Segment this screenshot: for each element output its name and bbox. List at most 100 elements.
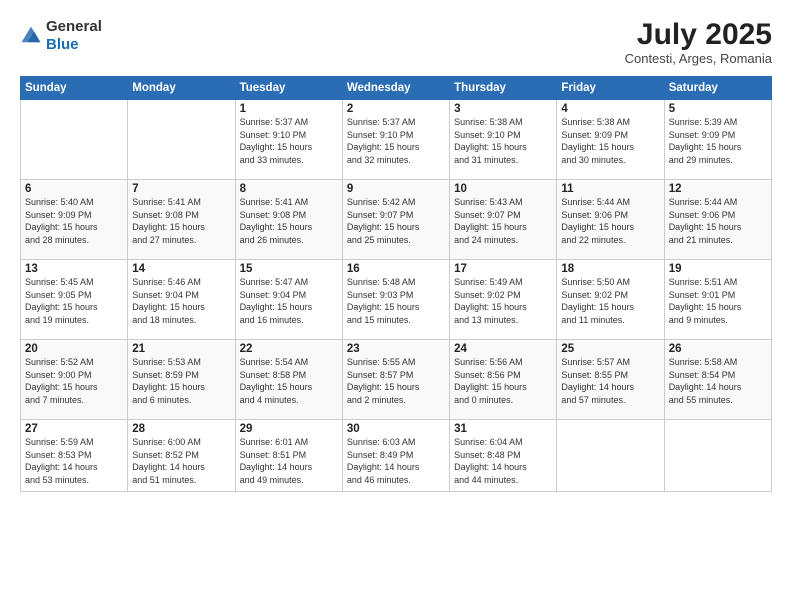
calendar-week-row: 27Sunrise: 5:59 AM Sunset: 8:53 PM Dayli…: [21, 420, 772, 492]
calendar-week-row: 1Sunrise: 5:37 AM Sunset: 9:10 PM Daylig…: [21, 100, 772, 180]
col-friday: Friday: [557, 77, 664, 100]
table-row: 23Sunrise: 5:55 AM Sunset: 8:57 PM Dayli…: [342, 340, 449, 420]
table-row: 31Sunrise: 6:04 AM Sunset: 8:48 PM Dayli…: [450, 420, 557, 492]
logo-text: General Blue: [46, 18, 102, 54]
day-info: Sunrise: 5:43 AM Sunset: 9:07 PM Dayligh…: [454, 196, 552, 246]
day-number: 10: [454, 183, 552, 195]
day-number: 26: [669, 343, 767, 355]
day-info: Sunrise: 5:39 AM Sunset: 9:09 PM Dayligh…: [669, 116, 767, 166]
table-row: 25Sunrise: 5:57 AM Sunset: 8:55 PM Dayli…: [557, 340, 664, 420]
day-info: Sunrise: 6:03 AM Sunset: 8:49 PM Dayligh…: [347, 436, 445, 486]
day-info: Sunrise: 5:48 AM Sunset: 9:03 PM Dayligh…: [347, 276, 445, 326]
table-row: 20Sunrise: 5:52 AM Sunset: 9:00 PM Dayli…: [21, 340, 128, 420]
day-info: Sunrise: 5:40 AM Sunset: 9:09 PM Dayligh…: [25, 196, 123, 246]
day-info: Sunrise: 5:49 AM Sunset: 9:02 PM Dayligh…: [454, 276, 552, 326]
calendar-week-row: 13Sunrise: 5:45 AM Sunset: 9:05 PM Dayli…: [21, 260, 772, 340]
table-row: 29Sunrise: 6:01 AM Sunset: 8:51 PM Dayli…: [235, 420, 342, 492]
day-info: Sunrise: 5:44 AM Sunset: 9:06 PM Dayligh…: [669, 196, 767, 246]
table-row: 1Sunrise: 5:37 AM Sunset: 9:10 PM Daylig…: [235, 100, 342, 180]
day-info: Sunrise: 5:38 AM Sunset: 9:10 PM Dayligh…: [454, 116, 552, 166]
day-number: 7: [132, 183, 230, 195]
day-number: 30: [347, 423, 445, 435]
day-number: 28: [132, 423, 230, 435]
table-row: 7Sunrise: 5:41 AM Sunset: 9:08 PM Daylig…: [128, 180, 235, 260]
day-number: 9: [347, 183, 445, 195]
day-info: Sunrise: 5:58 AM Sunset: 8:54 PM Dayligh…: [669, 356, 767, 406]
day-number: 31: [454, 423, 552, 435]
table-row: 2Sunrise: 5:37 AM Sunset: 9:10 PM Daylig…: [342, 100, 449, 180]
day-number: 2: [347, 103, 445, 115]
table-row: 28Sunrise: 6:00 AM Sunset: 8:52 PM Dayli…: [128, 420, 235, 492]
table-row: 13Sunrise: 5:45 AM Sunset: 9:05 PM Dayli…: [21, 260, 128, 340]
header: General Blue July 2025 Contesti, Arges, …: [20, 18, 772, 66]
day-number: 1: [240, 103, 338, 115]
day-number: 16: [347, 263, 445, 275]
day-number: 21: [132, 343, 230, 355]
calendar-week-row: 6Sunrise: 5:40 AM Sunset: 9:09 PM Daylig…: [21, 180, 772, 260]
day-info: Sunrise: 5:44 AM Sunset: 9:06 PM Dayligh…: [561, 196, 659, 246]
table-row: 18Sunrise: 5:50 AM Sunset: 9:02 PM Dayli…: [557, 260, 664, 340]
table-row: 3Sunrise: 5:38 AM Sunset: 9:10 PM Daylig…: [450, 100, 557, 180]
col-saturday: Saturday: [664, 77, 771, 100]
day-number: 11: [561, 183, 659, 195]
day-number: 23: [347, 343, 445, 355]
table-row: 19Sunrise: 5:51 AM Sunset: 9:01 PM Dayli…: [664, 260, 771, 340]
day-number: 25: [561, 343, 659, 355]
month-year: July 2025: [625, 18, 772, 51]
col-monday: Monday: [128, 77, 235, 100]
calendar-table: Sunday Monday Tuesday Wednesday Thursday…: [20, 76, 772, 492]
day-number: 12: [669, 183, 767, 195]
day-info: Sunrise: 5:53 AM Sunset: 8:59 PM Dayligh…: [132, 356, 230, 406]
day-number: 17: [454, 263, 552, 275]
table-row: 8Sunrise: 5:41 AM Sunset: 9:08 PM Daylig…: [235, 180, 342, 260]
day-info: Sunrise: 6:00 AM Sunset: 8:52 PM Dayligh…: [132, 436, 230, 486]
day-info: Sunrise: 5:46 AM Sunset: 9:04 PM Dayligh…: [132, 276, 230, 326]
day-info: Sunrise: 5:59 AM Sunset: 8:53 PM Dayligh…: [25, 436, 123, 486]
table-row: [557, 420, 664, 492]
day-number: 15: [240, 263, 338, 275]
day-info: Sunrise: 5:47 AM Sunset: 9:04 PM Dayligh…: [240, 276, 338, 326]
table-row: 4Sunrise: 5:38 AM Sunset: 9:09 PM Daylig…: [557, 100, 664, 180]
table-row: [21, 100, 128, 180]
day-number: 29: [240, 423, 338, 435]
col-wednesday: Wednesday: [342, 77, 449, 100]
table-row: 11Sunrise: 5:44 AM Sunset: 9:06 PM Dayli…: [557, 180, 664, 260]
day-number: 6: [25, 183, 123, 195]
day-info: Sunrise: 5:45 AM Sunset: 9:05 PM Dayligh…: [25, 276, 123, 326]
day-number: 13: [25, 263, 123, 275]
calendar-header-row: Sunday Monday Tuesday Wednesday Thursday…: [21, 77, 772, 100]
col-thursday: Thursday: [450, 77, 557, 100]
day-number: 22: [240, 343, 338, 355]
table-row: [664, 420, 771, 492]
location: Contesti, Arges, Romania: [625, 51, 772, 66]
table-row: 6Sunrise: 5:40 AM Sunset: 9:09 PM Daylig…: [21, 180, 128, 260]
page: General Blue July 2025 Contesti, Arges, …: [0, 0, 792, 612]
table-row: 17Sunrise: 5:49 AM Sunset: 9:02 PM Dayli…: [450, 260, 557, 340]
table-row: 12Sunrise: 5:44 AM Sunset: 9:06 PM Dayli…: [664, 180, 771, 260]
calendar-week-row: 20Sunrise: 5:52 AM Sunset: 9:00 PM Dayli…: [21, 340, 772, 420]
table-row: 14Sunrise: 5:46 AM Sunset: 9:04 PM Dayli…: [128, 260, 235, 340]
day-number: 19: [669, 263, 767, 275]
day-info: Sunrise: 5:41 AM Sunset: 9:08 PM Dayligh…: [132, 196, 230, 246]
table-row: 10Sunrise: 5:43 AM Sunset: 9:07 PM Dayli…: [450, 180, 557, 260]
day-number: 27: [25, 423, 123, 435]
title-block: July 2025 Contesti, Arges, Romania: [625, 18, 772, 66]
table-row: [128, 100, 235, 180]
day-number: 5: [669, 103, 767, 115]
logo-icon: [20, 25, 42, 47]
table-row: 22Sunrise: 5:54 AM Sunset: 8:58 PM Dayli…: [235, 340, 342, 420]
day-info: Sunrise: 5:55 AM Sunset: 8:57 PM Dayligh…: [347, 356, 445, 406]
table-row: 24Sunrise: 5:56 AM Sunset: 8:56 PM Dayli…: [450, 340, 557, 420]
day-info: Sunrise: 5:42 AM Sunset: 9:07 PM Dayligh…: [347, 196, 445, 246]
day-number: 8: [240, 183, 338, 195]
logo: General Blue: [20, 18, 102, 54]
day-info: Sunrise: 5:57 AM Sunset: 8:55 PM Dayligh…: [561, 356, 659, 406]
day-info: Sunrise: 5:50 AM Sunset: 9:02 PM Dayligh…: [561, 276, 659, 326]
col-tuesday: Tuesday: [235, 77, 342, 100]
day-number: 24: [454, 343, 552, 355]
day-info: Sunrise: 5:51 AM Sunset: 9:01 PM Dayligh…: [669, 276, 767, 326]
table-row: 15Sunrise: 5:47 AM Sunset: 9:04 PM Dayli…: [235, 260, 342, 340]
logo-general: General: [46, 18, 102, 35]
day-number: 4: [561, 103, 659, 115]
col-sunday: Sunday: [21, 77, 128, 100]
